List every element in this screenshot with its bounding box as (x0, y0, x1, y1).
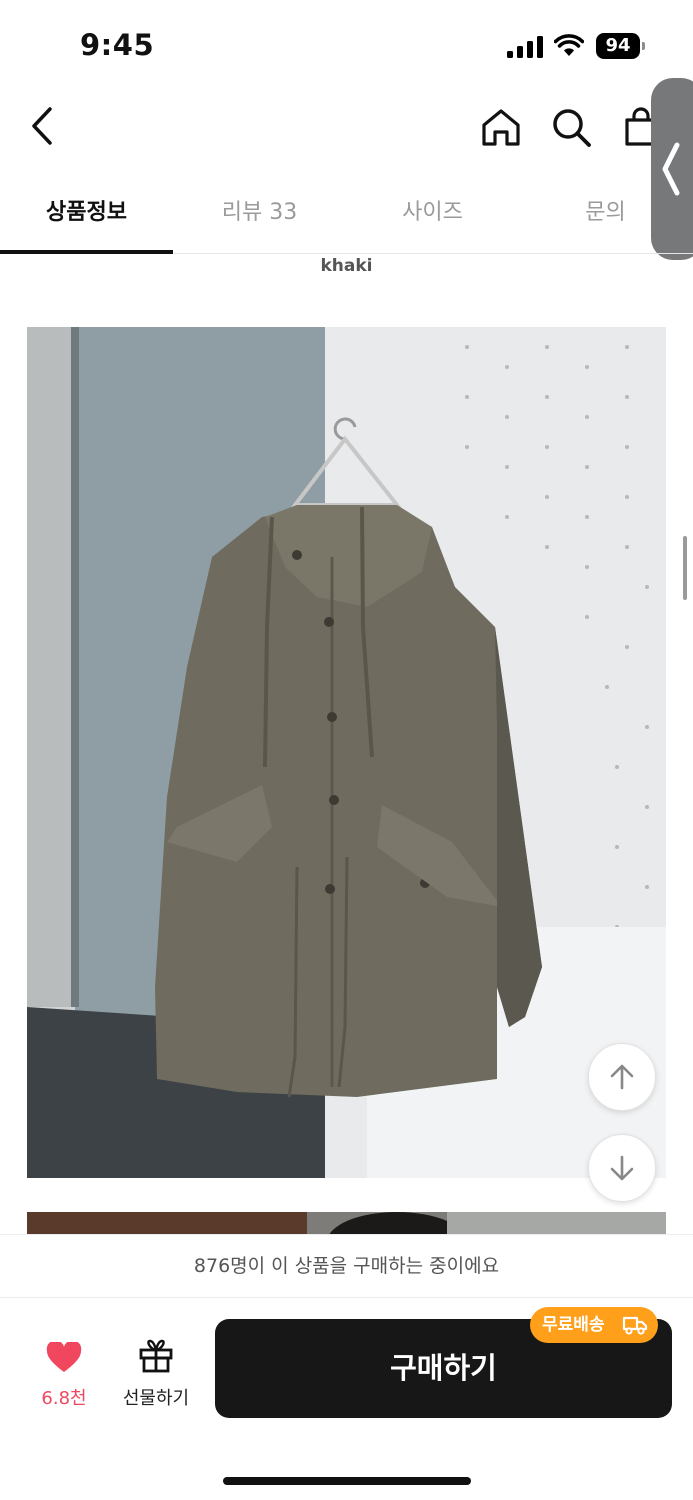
back-button[interactable] (20, 104, 64, 148)
gift-icon (139, 1339, 173, 1373)
tab-product-info[interactable]: 상품정보 (0, 180, 173, 252)
product-tabs: 상품정보 리뷰 33 사이즈 문의 (0, 180, 693, 254)
home-icon (482, 109, 520, 146)
arrow-up-icon (610, 1064, 634, 1090)
wifi-icon (554, 34, 584, 56)
buyers-notice: 876명이 이 상품을 구매하는 중이에요 (0, 1234, 693, 1298)
free-shipping-badge: 무료배송 (530, 1307, 658, 1343)
parka-photo (27, 327, 666, 1178)
top-nav (0, 90, 693, 170)
gift-label: 선물하기 (122, 1388, 190, 1409)
tab-reviews[interactable]: 리뷰 33 (173, 180, 346, 252)
purchase-panel: 876명이 이 상품을 구매하는 중이에요 6.8천 선물하기 구매하기 무료배… (0, 1234, 693, 1500)
like-count: 6.8천 (41, 1388, 87, 1409)
chevron-left-icon (32, 107, 52, 145)
battery-level: 94 (596, 33, 640, 59)
gift-button[interactable]: 선물하기 (112, 1334, 200, 1414)
cellular-signal-icon (507, 36, 543, 58)
home-indicator[interactable] (223, 1477, 471, 1485)
product-image[interactable] (27, 327, 666, 1178)
search-button[interactable] (548, 104, 594, 150)
arrow-down-icon (610, 1155, 634, 1181)
heart-icon (46, 1342, 82, 1372)
search-icon (553, 109, 591, 147)
status-time: 9:45 (80, 28, 155, 62)
truck-icon (622, 1316, 648, 1335)
home-button[interactable] (478, 104, 524, 150)
tab-size[interactable]: 사이즈 (346, 180, 519, 252)
battery-tip (642, 42, 645, 50)
battery-indicator: 94 (596, 33, 646, 59)
tab-inquiry[interactable]: 문의 (519, 180, 692, 252)
scroll-indicator[interactable] (683, 536, 687, 600)
free-shipping-label: 무료배송 (542, 1315, 605, 1335)
like-button[interactable]: 6.8천 (20, 1334, 108, 1414)
scroll-to-bottom-button[interactable] (588, 1134, 656, 1202)
color-variant-label: khaki (320, 256, 373, 276)
status-bar: 9:45 94 (0, 0, 693, 90)
scroll-to-top-button[interactable] (588, 1043, 656, 1111)
